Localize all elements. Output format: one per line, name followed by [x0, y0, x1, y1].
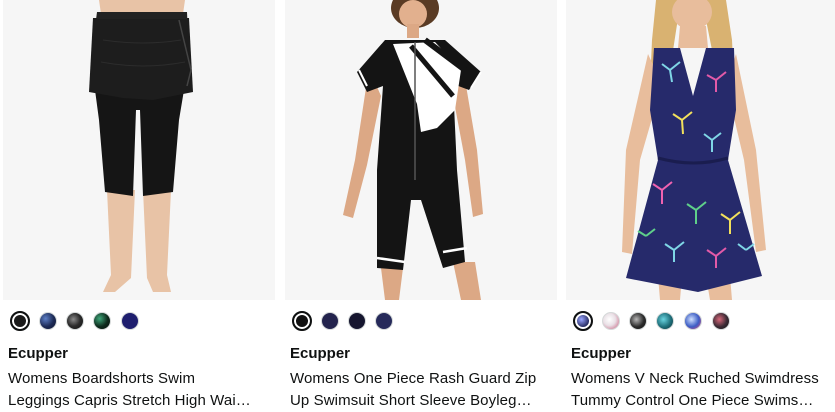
color-swatch-black[interactable] [10, 311, 30, 331]
product-grid: Ecupper Womens Boardshorts Swim Leggings… [0, 0, 835, 411]
color-swatch-navy[interactable] [121, 312, 139, 330]
color-swatch-blue[interactable] [375, 312, 393, 330]
product-card[interactable]: Ecupper Womens One Piece Rash Guard Zip … [285, 0, 557, 411]
product-title-line-2[interactable]: Tummy Control One Piece Swims… [571, 390, 833, 412]
product-image[interactable] [566, 0, 835, 300]
product-image[interactable] [3, 0, 275, 300]
color-swatch-dark-floral[interactable] [712, 312, 730, 330]
product-brand[interactable]: Ecupper [8, 345, 68, 363]
color-swatch-blue-print[interactable] [684, 312, 702, 330]
product-title-line-2[interactable]: Leggings Capris Stretch High Wai… [8, 390, 270, 412]
product-card[interactable]: Ecupper Womens Boardshorts Swim Leggings… [3, 0, 275, 411]
product-title-line-1[interactable]: Womens One Piece Rash Guard Zip [290, 368, 552, 390]
product-title[interactable]: Womens One Piece Rash Guard Zip Up Swims… [290, 368, 552, 412]
product-image-leggings [3, 0, 275, 300]
color-swatch-black[interactable] [292, 311, 312, 331]
product-title-line-1[interactable]: Womens Boardshorts Swim [8, 368, 270, 390]
color-swatch-black-print[interactable] [629, 312, 647, 330]
product-brand[interactable]: Ecupper [571, 345, 631, 363]
product-title[interactable]: Womens Boardshorts Swim Leggings Capris … [8, 368, 270, 412]
color-swatch-white-floral[interactable] [602, 312, 620, 330]
color-swatch-navy-floral[interactable] [573, 311, 593, 331]
product-card[interactable]: Ecupper Womens V Neck Ruched Swimdress T… [566, 0, 835, 411]
product-brand[interactable]: Ecupper [290, 345, 350, 363]
color-swatch-green-print[interactable] [93, 312, 111, 330]
color-swatch-navy[interactable] [321, 312, 339, 330]
color-swatch-grey-print[interactable] [66, 312, 84, 330]
product-image-rash-guard [285, 0, 557, 300]
product-image-swimdress [566, 0, 835, 300]
color-swatch-navy-print[interactable] [39, 312, 57, 330]
color-swatch-teal-print[interactable] [656, 312, 674, 330]
color-swatch-dark-navy[interactable] [348, 312, 366, 330]
product-image[interactable] [285, 0, 557, 300]
product-title-line-2[interactable]: Up Swimsuit Short Sleeve Boyleg… [290, 390, 552, 412]
product-title[interactable]: Womens V Neck Ruched Swimdress Tummy Con… [571, 368, 833, 412]
product-title-line-1[interactable]: Womens V Neck Ruched Swimdress [571, 368, 833, 390]
